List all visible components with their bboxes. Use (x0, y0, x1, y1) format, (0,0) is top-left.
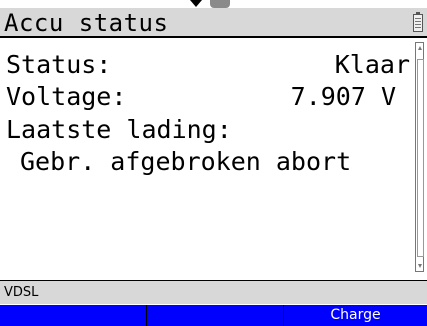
page-title: Accu status (4, 9, 169, 37)
connection-mode-label: VDSL (4, 285, 39, 300)
scroll-up-icon (418, 46, 422, 50)
battery-icon (413, 12, 423, 32)
status-label: Status: (6, 50, 112, 79)
status-value: Klaar (334, 50, 410, 79)
softkey-bar: Charge (0, 305, 427, 326)
scroll-thumb[interactable] (417, 59, 424, 257)
charge-button[interactable]: Charge (284, 305, 427, 326)
softkey-1[interactable] (0, 305, 147, 326)
last-charge-label: Laatste lading: (6, 115, 232, 144)
down-arrow-icon (190, 0, 202, 7)
voltage-label: Voltage: (6, 82, 127, 111)
scroll-down-icon (418, 264, 422, 268)
voltage-value: 7.907 V (290, 82, 396, 111)
title-bar: Accu status (0, 8, 427, 38)
main-content: Status: Klaar Voltage: 7.907 V Laatste l… (0, 40, 414, 276)
settings-icon (210, 0, 230, 8)
status-bar: VDSL (0, 280, 427, 304)
last-charge-value: Gebr. afgebroken abort (20, 147, 352, 176)
scrollbar[interactable] (415, 42, 424, 272)
top-indicator-strip (0, 0, 427, 8)
softkey-2[interactable] (147, 305, 284, 326)
